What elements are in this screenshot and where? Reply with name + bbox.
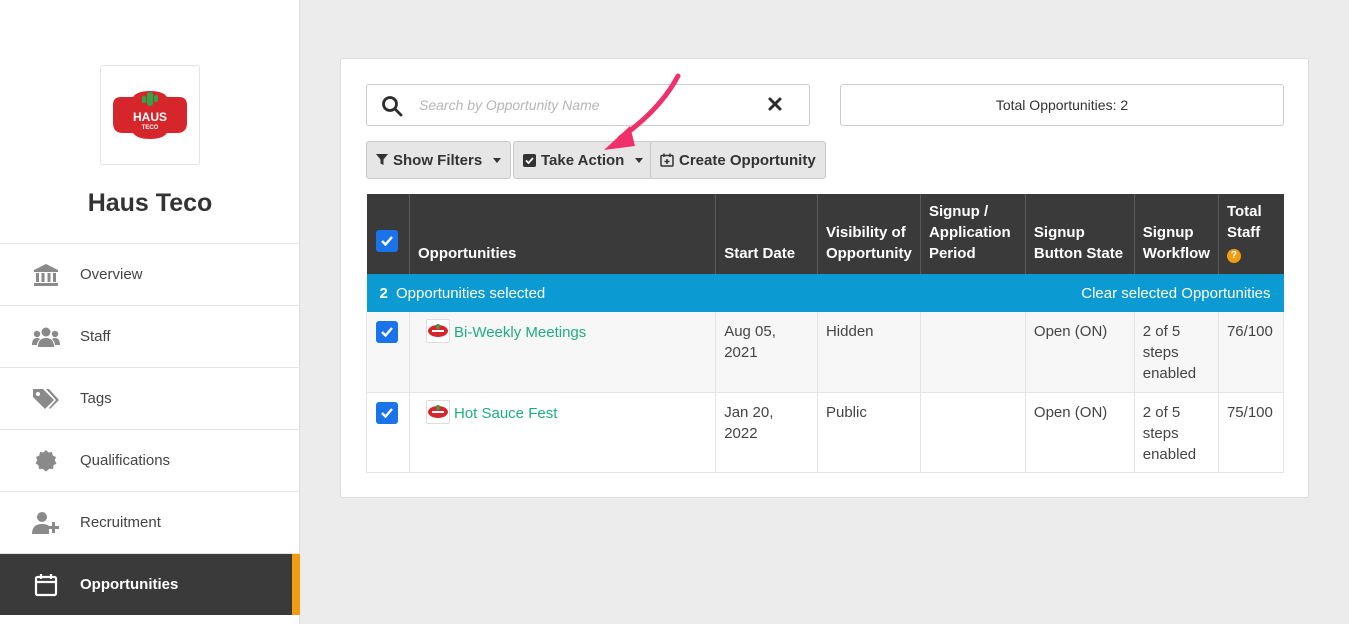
total-opportunities: Total Opportunities: 2 — [840, 84, 1284, 126]
sidebar-item-recruitment[interactable]: Recruitment — [0, 492, 300, 554]
selection-bar-cell: 2 Opportunities selected Clear selected … — [366, 274, 1284, 312]
visibility-cell: Public — [817, 392, 921, 473]
header-total-staff-label: Total Staff — [1226, 203, 1262, 241]
calendar-plus-icon — [660, 153, 674, 167]
header-signup-period[interactable]: Signup / Application Period — [920, 194, 1026, 274]
opportunity-link[interactable]: Bi-Weekly Meetings — [454, 324, 586, 341]
header-total-staff[interactable]: Total Staff ? — [1218, 194, 1284, 274]
help-icon[interactable]: ? — [1226, 249, 1241, 263]
start-date-cell: Jan 20, 2022 — [715, 392, 818, 473]
create-opportunity-label: Create Opportunity — [679, 151, 816, 169]
selected-count: 2 — [379, 284, 388, 302]
select-all-header — [366, 194, 410, 274]
clear-search-icon[interactable] — [767, 96, 783, 117]
header-workflow[interactable]: Signup Workflow — [1134, 194, 1219, 274]
search-box — [366, 84, 810, 126]
sidebar: HAUS TECO Haus Teco Overview Staff Tags — [0, 0, 300, 624]
table-row: Hot Sauce Fest Jan 20, 2022 Public Open … — [366, 392, 1285, 473]
take-action-button[interactable]: Take Action — [513, 141, 654, 179]
users-icon — [32, 325, 60, 349]
header-opportunities[interactable]: Opportunities — [409, 194, 717, 274]
sidebar-item-label: Recruitment — [80, 514, 161, 531]
button-state-cell: Open (ON) — [1025, 392, 1135, 473]
total-staff-cell: 76/100 — [1218, 312, 1285, 393]
sidebar-item-overview[interactable]: Overview — [0, 244, 300, 306]
clear-selection-link[interactable]: Clear selected Opportunities — [1081, 285, 1270, 302]
active-indicator — [292, 554, 300, 615]
show-filters-label: Show Filters — [393, 151, 483, 169]
table-row: Bi-Weekly Meetings Aug 05, 2021 Hidden O… — [366, 312, 1285, 393]
chevron-down-icon — [493, 157, 502, 163]
select-all-checkbox[interactable] — [375, 230, 398, 252]
create-opportunity-button[interactable]: Create Opportunity — [650, 141, 826, 179]
user-plus-icon — [32, 511, 60, 535]
opportunity-link[interactable]: Hot Sauce Fest — [454, 404, 557, 421]
bank-icon — [32, 263, 60, 287]
header-button-state[interactable]: Signup Button State — [1025, 194, 1135, 274]
opportunities-table: Opportunities Start Date Visibility of O… — [366, 194, 1285, 473]
sidebar-nav: Overview Staff Tags Qualifications Recru… — [0, 243, 300, 615]
org-logo: HAUS TECO — [100, 65, 200, 165]
sidebar-item-opportunities[interactable]: Opportunities — [0, 554, 300, 615]
sidebar-item-label: Tags — [80, 390, 112, 407]
selection-bar: 2 Opportunities selected Clear selected … — [366, 274, 1284, 312]
sidebar-item-label: Overview — [80, 266, 143, 283]
start-date-cell: Aug 05, 2021 — [715, 312, 818, 393]
org-name: Haus Teco — [87, 189, 213, 217]
search-input[interactable] — [419, 91, 749, 119]
workflow-cell: 2 of 5 steps enabled — [1134, 312, 1219, 393]
visibility-cell: Hidden — [817, 312, 921, 393]
total-staff-cell: 75/100 — [1218, 392, 1285, 473]
tags-icon — [32, 387, 60, 411]
search-icon — [381, 95, 403, 122]
chevron-down-icon — [635, 157, 644, 163]
header-start-date[interactable]: Start Date — [715, 194, 818, 274]
signup-period-cell — [920, 312, 1026, 393]
calendar-icon — [32, 573, 60, 597]
sidebar-item-tags[interactable]: Tags — [0, 368, 300, 430]
opportunities-panel: Total Opportunities: 2 Show Filters Take… — [340, 58, 1309, 498]
opportunity-logo — [425, 319, 450, 343]
header-visibility[interactable]: Visibility of Opportunity — [817, 194, 921, 274]
row-checkbox[interactable] — [376, 321, 398, 343]
workflow-cell: 2 of 5 steps enabled — [1134, 392, 1219, 473]
row-checkbox[interactable] — [376, 401, 398, 424]
check-square-icon — [523, 153, 536, 167]
sidebar-item-label: Staff — [80, 328, 111, 345]
opportunity-name-cell: Hot Sauce Fest — [409, 392, 717, 473]
opportunity-name-cell: Bi-Weekly Meetings — [409, 312, 717, 393]
filter-icon — [376, 154, 388, 165]
svg-text:TECO: TECO — [142, 125, 159, 131]
take-action-label: Take Action — [541, 151, 625, 169]
selected-text: Opportunities selected — [396, 284, 546, 302]
opportunity-logo — [425, 399, 450, 424]
row-checkbox-cell — [366, 312, 410, 393]
sidebar-item-qualifications[interactable]: Qualifications — [0, 430, 300, 492]
show-filters-button[interactable]: Show Filters — [366, 141, 512, 179]
table-header-row: Opportunities Start Date Visibility of O… — [366, 194, 1284, 274]
svg-text:HAUS: HAUS — [133, 110, 167, 124]
sidebar-item-label: Opportunities — [80, 576, 179, 593]
button-state-cell: Open (ON) — [1025, 312, 1135, 393]
sidebar-item-label: Qualifications — [80, 452, 171, 469]
certificate-icon — [32, 449, 60, 473]
row-checkbox-cell — [366, 392, 410, 473]
signup-period-cell — [920, 392, 1026, 473]
sidebar-item-staff[interactable]: Staff — [0, 306, 300, 368]
